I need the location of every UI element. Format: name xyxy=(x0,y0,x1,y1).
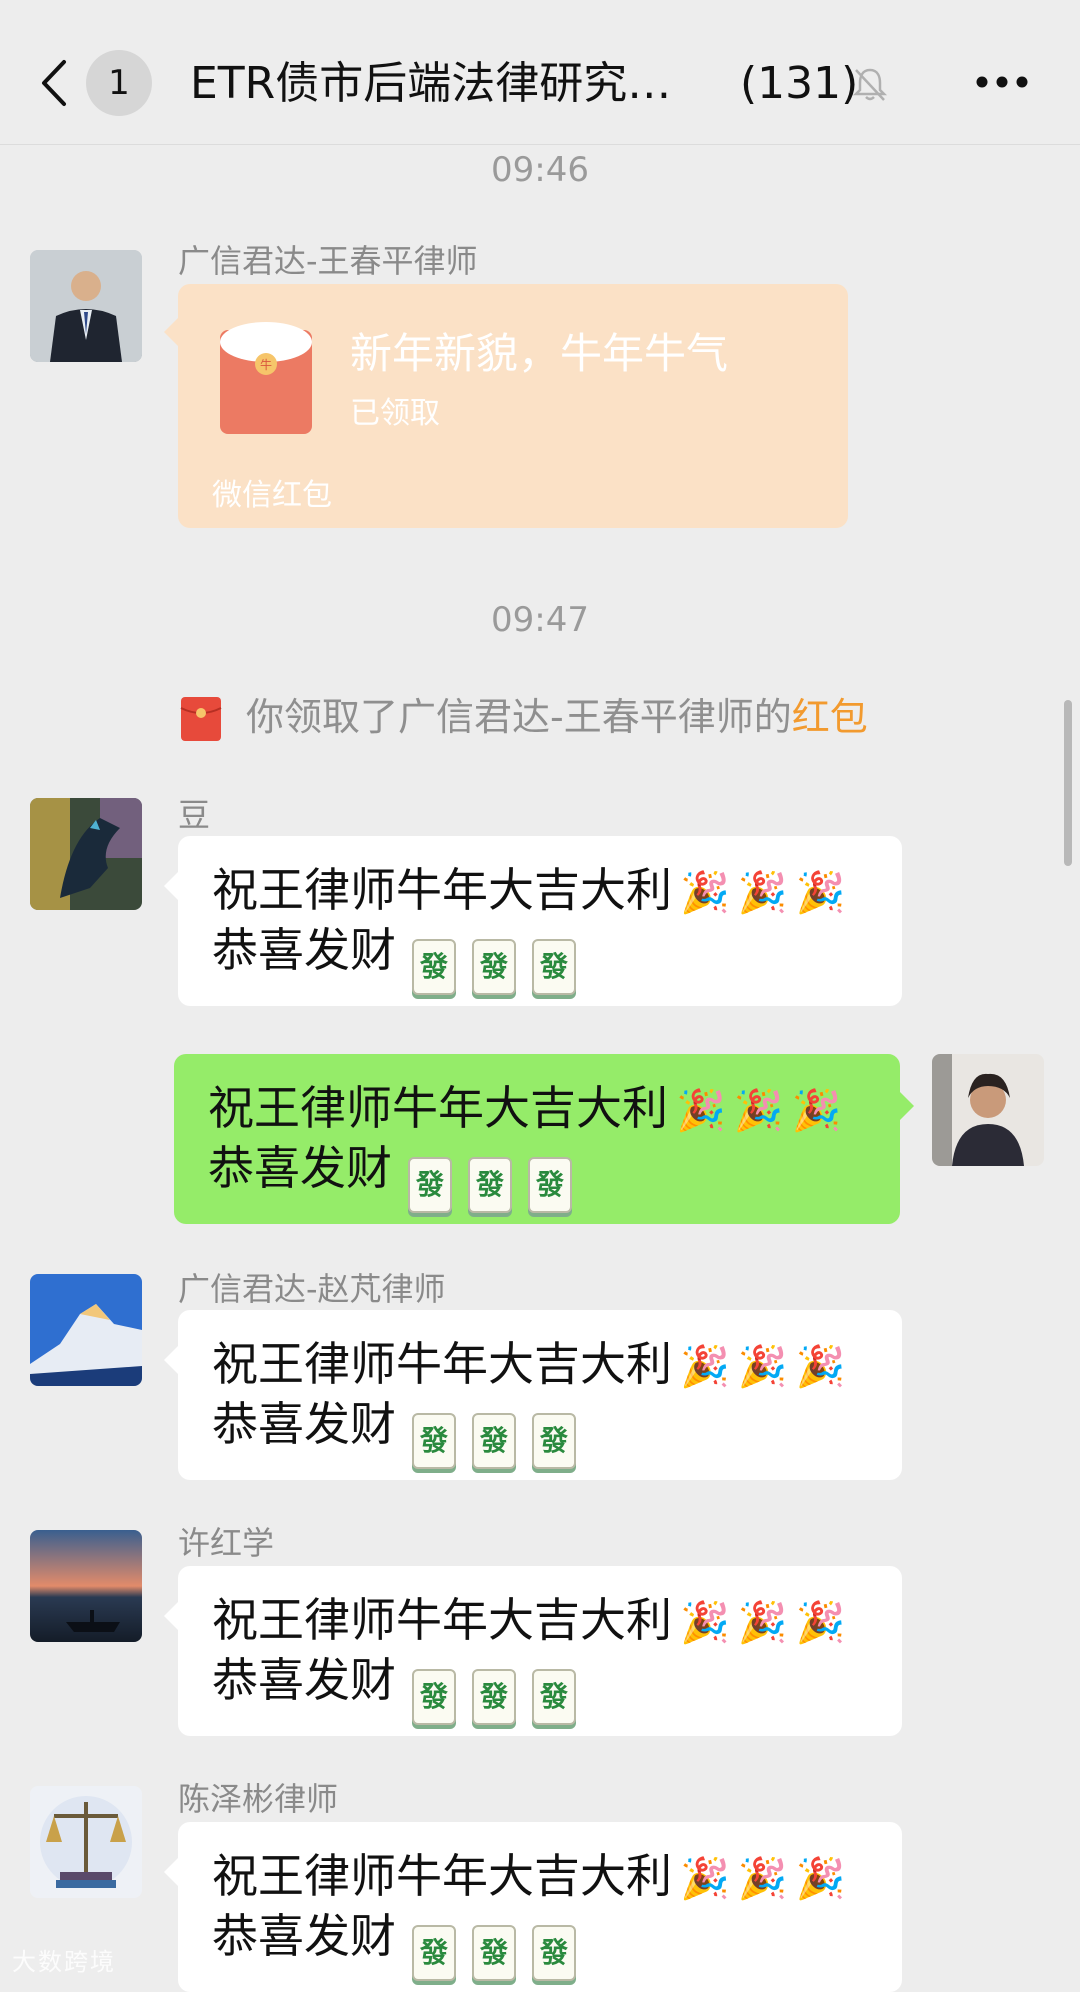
avatar[interactable] xyxy=(30,1274,142,1386)
red-packet-greeting: 新年新貌，牛年牛气 xyxy=(350,329,729,378)
svg-text:牛: 牛 xyxy=(260,357,272,372)
message-bubble[interactable]: 祝王律师牛年大吉大利 🎉 🎉 🎉 恭喜发财發發發 xyxy=(164,836,902,1006)
message-text: 恭喜发财 xyxy=(208,1141,392,1195)
message-text: 祝王律师牛年大吉大利 xyxy=(208,1081,668,1135)
message-text: 恭喜发财 xyxy=(212,1653,396,1707)
party-popper-icon: 🎉 xyxy=(680,1600,730,1646)
red-packet-status: 已领取 xyxy=(350,396,440,431)
message-text: 祝王律师牛年大吉大利 xyxy=(212,863,672,917)
sender-name: 广信君达-赵芃律师 xyxy=(178,1270,446,1308)
message-bubble[interactable]: 祝王律师牛年大吉大利 🎉 🎉 🎉 恭喜发财發發發 xyxy=(164,1566,902,1736)
message-bubble[interactable]: 祝王律师牛年大吉大利 🎉 🎉 🎉 恭喜发财發發發 xyxy=(164,1310,902,1480)
mahjong-fa-icon: 發 xyxy=(532,1925,576,1981)
message-text: 恭喜发财 xyxy=(212,1397,396,1451)
party-popper-icon: 🎉 xyxy=(791,1088,842,1134)
red-packet-link[interactable]: 红包 xyxy=(792,695,868,739)
mahjong-fa-icon: 發 xyxy=(472,1669,516,1725)
message-text: 祝王律师牛年大吉大利 xyxy=(212,1593,672,1647)
red-envelope-icon: 牛 xyxy=(220,322,312,434)
avatar[interactable] xyxy=(30,250,142,362)
mute-bell-icon xyxy=(852,68,888,101)
message-text: 恭喜发财 xyxy=(212,1909,396,1963)
timestamp: 09:47 xyxy=(491,600,589,640)
party-popper-icon: 🎉 xyxy=(737,870,788,916)
mahjong-fa-icon: 發 xyxy=(532,1669,576,1725)
sender-name: 陈泽彬律师 xyxy=(178,1780,339,1818)
mahjong-fa-icon: 發 xyxy=(412,1413,456,1469)
avatar[interactable] xyxy=(30,798,142,910)
party-popper-icon: 🎉 xyxy=(795,870,846,916)
party-popper-icon: 🎉 xyxy=(733,1088,784,1134)
message-text: 祝王律师牛年大吉大利 xyxy=(212,1849,672,1903)
sender-name: 广信君达-王春平律师 xyxy=(178,242,478,280)
member-count: (131) xyxy=(740,58,859,109)
mahjong-fa-icon: 發 xyxy=(472,1925,516,1981)
party-popper-icon: 🎉 xyxy=(737,1344,788,1390)
red-packet[interactable]: 牛 新年新貌，牛年牛气 已领取 微信红包 xyxy=(164,284,848,528)
party-popper-icon: 🎉 xyxy=(795,1344,846,1390)
more-options-icon[interactable] xyxy=(976,74,1028,90)
watermark: 大数跨境 xyxy=(12,1948,116,1976)
mahjong-fa-icon: 發 xyxy=(532,1413,576,1469)
mahjong-fa-icon: 發 xyxy=(468,1157,512,1213)
mahjong-fa-icon: 發 xyxy=(408,1157,452,1213)
avatar[interactable] xyxy=(30,1786,142,1898)
party-popper-icon: 🎉 xyxy=(795,1600,846,1646)
message-bubble[interactable]: 祝王律师牛年大吉大利 🎉 🎉 🎉 恭喜发财發發發 xyxy=(164,1822,902,1992)
system-notice-text: 你领取了广信君达-王春平律师的 xyxy=(246,695,792,739)
my-message-bubble[interactable]: 祝王律师牛年大吉大利 🎉 🎉 🎉 恭喜发财發發發 xyxy=(174,1054,914,1224)
message-text: 恭喜发财 xyxy=(212,923,396,977)
sender-name: 豆 xyxy=(178,796,211,834)
chat-title: ETR债市后端法律研究… xyxy=(190,58,672,109)
message-text: 祝王律师牛年大吉大利 xyxy=(212,1337,672,1391)
back-arrow-icon[interactable] xyxy=(40,58,68,108)
mahjong-fa-icon: 發 xyxy=(472,1413,516,1469)
party-popper-icon: 🎉 xyxy=(680,1344,730,1390)
sender-name: 许红学 xyxy=(178,1524,275,1562)
my-avatar[interactable] xyxy=(932,1054,1044,1166)
unread-badge[interactable]: 1 xyxy=(86,50,152,116)
mahjong-fa-icon: 發 xyxy=(412,939,456,995)
party-popper-icon: 🎉 xyxy=(737,1600,788,1646)
mahjong-fa-icon: 發 xyxy=(532,939,576,995)
avatar[interactable] xyxy=(30,1530,142,1642)
chat-header: 1 ETR债市后端法律研究… (131) xyxy=(0,0,1080,145)
mahjong-fa-icon: 發 xyxy=(528,1157,572,1213)
mahjong-fa-icon: 發 xyxy=(412,1925,456,1981)
timestamp: 09:46 xyxy=(491,150,589,190)
party-popper-icon: 🎉 xyxy=(737,1856,788,1902)
mahjong-fa-icon: 發 xyxy=(472,939,516,995)
mahjong-fa-icon: 發 xyxy=(412,1669,456,1725)
party-popper-icon: 🎉 xyxy=(676,1088,726,1134)
scrollbar[interactable] xyxy=(1064,700,1072,866)
red-packet-icon xyxy=(180,697,222,741)
red-packet-label: 微信红包 xyxy=(212,478,332,513)
party-popper-icon: 🎉 xyxy=(795,1856,846,1902)
party-popper-icon: 🎉 xyxy=(680,1856,730,1902)
party-popper-icon: 🎉 xyxy=(680,870,730,916)
